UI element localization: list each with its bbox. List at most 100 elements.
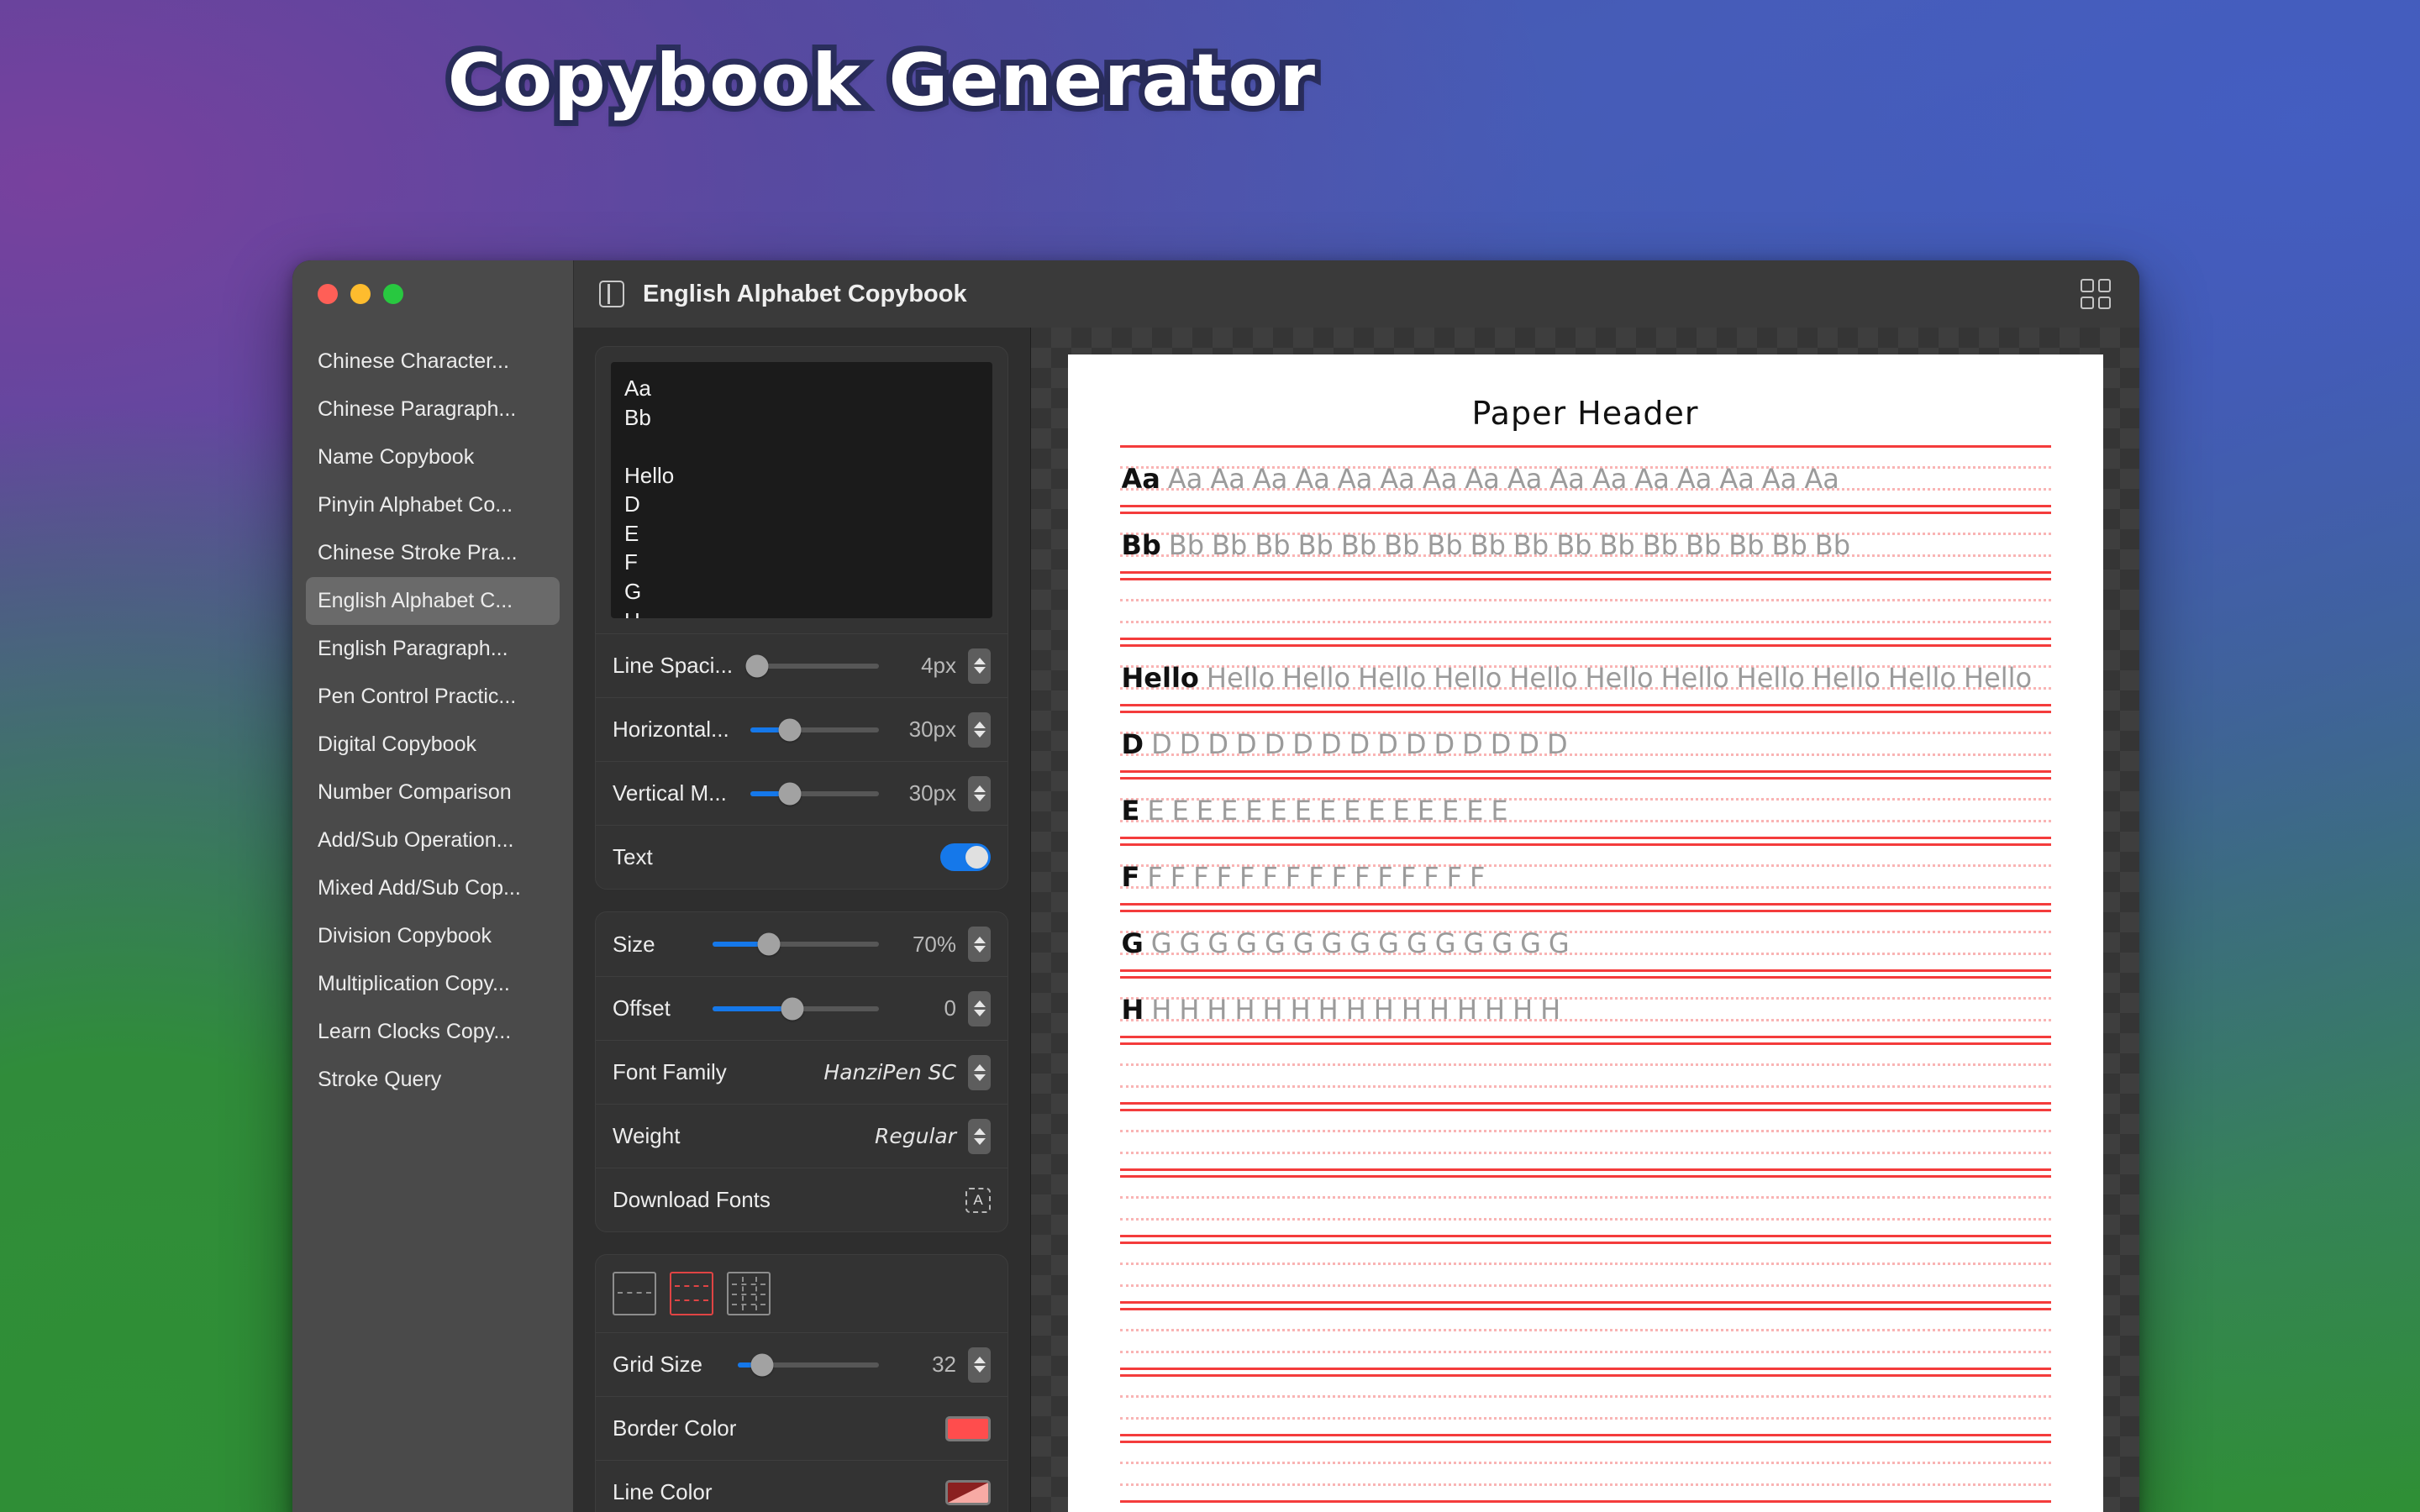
text-preview-input[interactable]: Aa Bb Hello D E F G H bbox=[611, 362, 992, 618]
paper-row-ghost: G bbox=[1520, 927, 1541, 959]
sidebar-item-label: Pinyin Alphabet Co... bbox=[318, 493, 513, 517]
line-spacing-slider[interactable] bbox=[750, 655, 879, 677]
grid-size-stepper[interactable] bbox=[968, 1347, 991, 1383]
sidebar-item-13[interactable]: Multiplication Copy... bbox=[306, 960, 560, 1008]
paper-row-ghost: Bb bbox=[1427, 529, 1462, 561]
desktop-background: Copybook Generator English Alphabet Copy… bbox=[0, 0, 2420, 1512]
slider-knob[interactable] bbox=[758, 933, 781, 956]
paper-row bbox=[1120, 1308, 2051, 1370]
guide-line bbox=[1120, 1152, 2051, 1154]
paper-row-ghost: Aa bbox=[1338, 463, 1373, 495]
paper-row-ghost: Hello bbox=[1888, 662, 1956, 694]
border-color-swatch[interactable] bbox=[945, 1416, 991, 1441]
slider-knob[interactable] bbox=[779, 718, 802, 741]
download-fonts-row[interactable]: Download Fonts A bbox=[596, 1168, 1007, 1231]
paper-row-ghost: H bbox=[1151, 994, 1171, 1026]
paper-row-ghost: Bb bbox=[1686, 529, 1721, 561]
sidebar-item-12[interactable]: Division Copybook bbox=[306, 912, 560, 960]
sidebar-item-14[interactable]: Learn Clocks Copy... bbox=[306, 1008, 560, 1056]
sidebar-item-3[interactable]: Pinyin Alphabet Co... bbox=[306, 481, 560, 529]
sidebar-item-1[interactable]: Chinese Paragraph... bbox=[306, 386, 560, 433]
paper-row-ghost: D bbox=[1207, 728, 1228, 760]
paper-row-ghost: Bb bbox=[1298, 529, 1334, 561]
sidebar-item-7[interactable]: Pen Control Practic... bbox=[306, 673, 560, 721]
grid-style-tian-grid[interactable] bbox=[727, 1272, 771, 1315]
size-stepper[interactable] bbox=[968, 927, 991, 962]
paper-row-ghost: F bbox=[1217, 861, 1232, 893]
font-family-chevrons-icon[interactable] bbox=[968, 1055, 991, 1090]
grid-size-value: 32 bbox=[891, 1352, 956, 1378]
paper-row-content: FFFFFFFFFFFFFFFF bbox=[1122, 851, 2053, 903]
paper-row-ghost: D bbox=[1377, 728, 1398, 760]
weight-row[interactable]: Weight Regular bbox=[596, 1104, 1007, 1168]
sidebar-item-11[interactable]: Mixed Add/Sub Cop... bbox=[306, 864, 560, 912]
line-color-swatch[interactable] bbox=[945, 1480, 991, 1505]
window-titlebar: English Alphabet Copybook bbox=[292, 260, 2139, 328]
sidebar-item-9[interactable]: Number Comparison bbox=[306, 769, 560, 816]
grid-style-four-line-grid[interactable] bbox=[670, 1272, 713, 1315]
paper-row-ghost: H bbox=[1234, 994, 1255, 1026]
close-window-button[interactable] bbox=[318, 284, 338, 304]
offset-row: Offset 0 bbox=[596, 976, 1007, 1040]
paper-row-ghost: D bbox=[1236, 728, 1257, 760]
line-spacing-label: Line Spaci... bbox=[613, 653, 739, 679]
sidebar-item-4[interactable]: Chinese Stroke Pra... bbox=[306, 529, 560, 577]
weight-chevrons-icon[interactable] bbox=[968, 1119, 991, 1154]
paper-row-ghost: G bbox=[1236, 927, 1257, 959]
text-toggle-label: Text bbox=[613, 844, 929, 870]
paper-row-ghost: E bbox=[1491, 795, 1507, 827]
paper-row-ghost: Aa bbox=[1677, 463, 1712, 495]
paper-row-ghost: G bbox=[1180, 927, 1201, 959]
paper-row-ghost: Aa bbox=[1719, 463, 1754, 495]
vertical-margin-slider[interactable] bbox=[750, 783, 879, 805]
maximize-window-button[interactable] bbox=[383, 284, 403, 304]
offset-stepper[interactable] bbox=[968, 991, 991, 1026]
grid-size-slider[interactable] bbox=[738, 1354, 879, 1376]
paper-row-ghost: Aa bbox=[1465, 463, 1500, 495]
font-family-row[interactable]: Font Family HanziPen SC bbox=[596, 1040, 1007, 1104]
sidebar-item-5[interactable]: English Alphabet C... bbox=[306, 577, 560, 625]
slider-knob[interactable] bbox=[779, 782, 802, 805]
paper-row-ghost: D bbox=[1265, 728, 1286, 760]
paper-row-ghost: Hello bbox=[1358, 662, 1426, 694]
grid-style-single-dashed-line[interactable] bbox=[613, 1272, 656, 1315]
sidebar-item-2[interactable]: Name Copybook bbox=[306, 433, 560, 481]
size-slider[interactable] bbox=[713, 933, 879, 955]
vertical-margin-stepper[interactable] bbox=[968, 776, 991, 811]
sidebar-item-6[interactable]: English Paragraph... bbox=[306, 625, 560, 673]
grid-cell bbox=[2098, 279, 2112, 292]
paper-row-ghost: Bb bbox=[1513, 529, 1549, 561]
paper-row-ghost: E bbox=[1466, 795, 1483, 827]
paper-row-lead: Aa bbox=[1122, 463, 1160, 495]
paper-row-ghost: F bbox=[1147, 861, 1162, 893]
paper-row-ghost: D bbox=[1349, 728, 1370, 760]
text-toggle-switch[interactable] bbox=[940, 843, 991, 871]
sidebar-item-8[interactable]: Digital Copybook bbox=[306, 721, 560, 769]
guide-line bbox=[1120, 1462, 2051, 1464]
grid-size-label: Grid Size bbox=[613, 1352, 726, 1378]
grid-view-icon[interactable] bbox=[2081, 279, 2111, 309]
text-and-spacing-card: Aa Bb Hello D E F G H Line Spaci... 4px … bbox=[595, 346, 1008, 890]
guide-line bbox=[1120, 1395, 2051, 1398]
offset-slider[interactable] bbox=[713, 998, 879, 1020]
paper-row-ghost: Hello bbox=[1964, 662, 2032, 694]
paper-row-ghost: Aa bbox=[1549, 463, 1585, 495]
guide-line bbox=[1120, 599, 2051, 601]
line-spacing-stepper[interactable] bbox=[968, 648, 991, 684]
sidebar-toggle-icon[interactable] bbox=[599, 281, 624, 307]
slider-knob[interactable] bbox=[745, 654, 768, 677]
grid-cell bbox=[2081, 297, 2094, 310]
paper-row-ghost: E bbox=[1147, 795, 1164, 827]
sidebar-item-0[interactable]: Chinese Character... bbox=[306, 338, 560, 386]
horizontal-stepper[interactable] bbox=[968, 712, 991, 748]
weight-label: Weight bbox=[613, 1123, 863, 1149]
paper-row-ghost: Hello bbox=[1207, 662, 1275, 694]
font-badge-icon[interactable]: A bbox=[965, 1188, 991, 1213]
sidebar-item-15[interactable]: Stroke Query bbox=[306, 1056, 560, 1104]
slider-knob[interactable] bbox=[781, 997, 804, 1020]
slider-knob[interactable] bbox=[750, 1353, 773, 1376]
horizontal-slider[interactable] bbox=[750, 719, 879, 741]
paper-row-ghost: H bbox=[1540, 994, 1560, 1026]
minimize-window-button[interactable] bbox=[350, 284, 371, 304]
sidebar-item-10[interactable]: Add/Sub Operation... bbox=[306, 816, 560, 864]
